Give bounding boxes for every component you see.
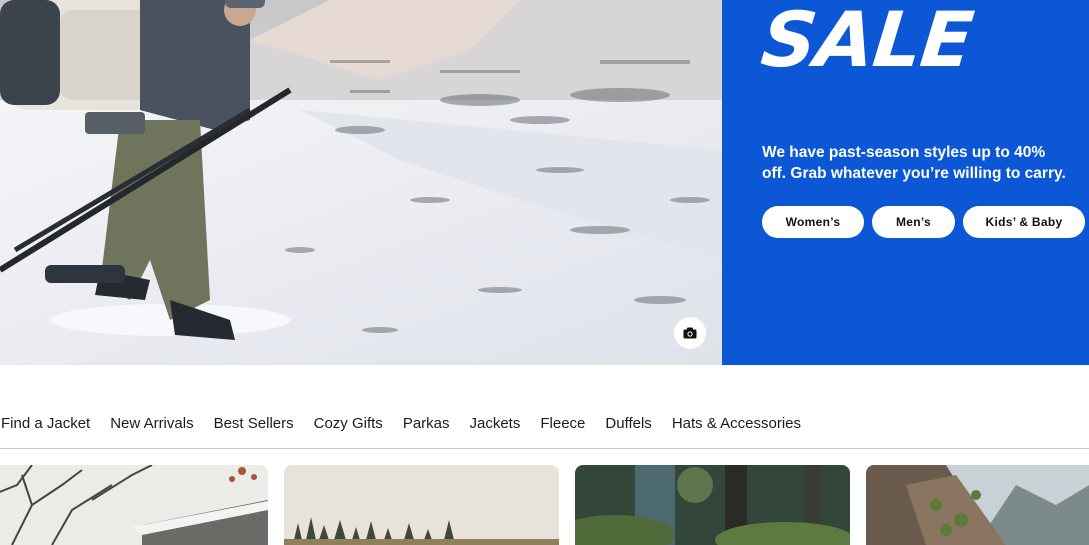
card-image-snowy-cabin bbox=[0, 465, 268, 545]
sale-buttons: Women’s Men’s Kids’ & Baby bbox=[762, 206, 1085, 238]
feature-card-mountain-cliffs[interactable] bbox=[866, 465, 1089, 545]
card-image-mountain-cliffs bbox=[866, 465, 1089, 545]
camera-icon bbox=[683, 327, 697, 339]
nav-hats-accessories[interactable]: Hats & Accessories bbox=[672, 412, 801, 448]
card-image-forest-lake bbox=[284, 465, 559, 545]
feature-card-snowy-cabin[interactable] bbox=[0, 465, 268, 545]
sale-description: We have past-season styles up to 40% off… bbox=[762, 144, 1066, 182]
kids-baby-sale-button[interactable]: Kids’ & Baby bbox=[963, 206, 1085, 238]
nav-parkas[interactable]: Parkas bbox=[403, 412, 450, 448]
nav-cozy-gifts[interactable]: Cozy Gifts bbox=[314, 412, 383, 448]
nav-new-arrivals[interactable]: New Arrivals bbox=[110, 412, 193, 448]
nav-jackets[interactable]: Jackets bbox=[470, 412, 521, 448]
sale-heading: SALE bbox=[757, 0, 977, 84]
womens-sale-button[interactable]: Women’s bbox=[762, 206, 864, 238]
feature-card-mossy-forest[interactable] bbox=[575, 465, 850, 545]
hero-banner: SALE We have past-season styles up to 40… bbox=[0, 0, 1089, 365]
feature-card-forest-lake[interactable] bbox=[284, 465, 559, 545]
nav-duffels[interactable]: Duffels bbox=[605, 412, 651, 448]
card-image-mossy-forest bbox=[575, 465, 850, 545]
nav-fleece[interactable]: Fleece bbox=[540, 412, 585, 448]
hero-photo-mountaineer-snow bbox=[0, 0, 722, 365]
mens-sale-button[interactable]: Men’s bbox=[872, 206, 955, 238]
nav-find-a-jacket[interactable]: Find a Jacket bbox=[1, 412, 90, 448]
nav-best-sellers[interactable]: Best Sellers bbox=[214, 412, 294, 448]
sale-promo-panel: SALE We have past-season styles up to 40… bbox=[722, 0, 1089, 365]
hero-photo-graphic bbox=[0, 0, 722, 365]
category-nav: Find a Jacket New Arrivals Best Sellers … bbox=[0, 412, 1089, 449]
feature-cards bbox=[0, 465, 1089, 545]
photo-credit-button[interactable] bbox=[674, 317, 706, 349]
